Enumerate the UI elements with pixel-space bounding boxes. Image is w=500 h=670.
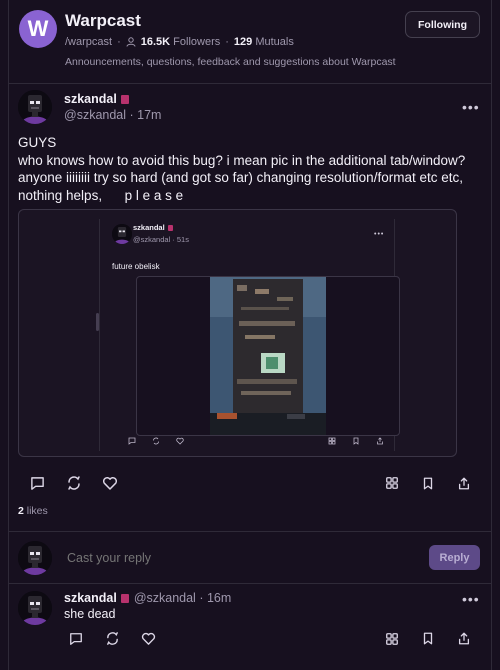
heart-icon[interactable] <box>130 631 166 646</box>
grid-icon[interactable] <box>374 632 410 646</box>
bookmark-icon[interactable] <box>344 437 368 445</box>
user-icon <box>126 37 136 47</box>
recast-icon[interactable] <box>56 475 92 491</box>
channel-handle: /warpcast <box>65 36 113 48</box>
share-icon[interactable] <box>446 476 482 491</box>
cast-time[interactable]: 17m <box>137 108 161 122</box>
quoted-cast[interactable]: szkandal @szkandal · 51s ••• future obel… <box>18 209 457 457</box>
author-name[interactable]: szkandal <box>64 92 117 106</box>
followers-label: Followers <box>173 36 221 48</box>
bookmark-icon[interactable] <box>410 631 446 646</box>
mutuals-label: Mutuals <box>255 36 294 48</box>
quoted-avatar[interactable] <box>112 224 132 244</box>
avatar-image <box>18 90 52 124</box>
recast-icon[interactable] <box>144 437 168 445</box>
more-options-icon[interactable]: ••• <box>462 591 480 607</box>
likes-label: likes <box>26 505 48 517</box>
quoted-more-icon[interactable]: ••• <box>374 231 384 238</box>
badge-icon <box>120 94 129 104</box>
cast-text: GUYS who knows how to avoid this bug? i … <box>18 135 466 203</box>
grid-icon[interactable] <box>320 437 344 445</box>
heart-icon[interactable] <box>92 475 128 491</box>
comment-icon[interactable] <box>120 437 144 445</box>
reply-cast[interactable]: szkandal @szkandal · 16m ••• she dead <box>8 584 492 670</box>
avatar[interactable] <box>18 90 52 124</box>
reply-button[interactable]: Reply <box>429 545 480 570</box>
comment-icon[interactable] <box>18 476 56 491</box>
more-options-icon[interactable]: ••• <box>462 99 480 115</box>
mutuals-count: 129 <box>233 36 253 48</box>
followers-link[interactable]: 16.5K Followers <box>141 36 221 48</box>
reply-actions <box>58 631 482 646</box>
grid-icon[interactable] <box>374 476 410 490</box>
reply-author-line: szkandal @szkandal · 16m <box>64 591 231 605</box>
bookmark-icon[interactable] <box>410 476 446 491</box>
quoted-time: 51s <box>176 235 189 244</box>
quoted-cast-inner: szkandal @szkandal · 51s ••• future obel… <box>99 219 400 451</box>
reply-handle[interactable]: @szkandal <box>134 591 196 605</box>
reply-composer: Reply <box>8 532 492 584</box>
main-cast[interactable]: szkandal @szkandal · 17m ••• GUYS who kn… <box>8 84 492 532</box>
reply-time[interactable]: 16m <box>207 591 231 605</box>
quoted-image[interactable] <box>136 276 400 436</box>
quoted-handle[interactable]: @szkandal <box>133 235 170 244</box>
channel-logo[interactable]: W <box>19 10 57 48</box>
author-handle[interactable]: @szkandal <box>64 108 126 122</box>
recast-icon[interactable] <box>94 631 130 646</box>
separator-dot: · <box>195 591 207 605</box>
following-button[interactable]: Following <box>405 11 480 38</box>
heart-icon[interactable] <box>168 437 192 445</box>
cast-actions <box>18 475 482 491</box>
reply-author-name[interactable]: szkandal <box>64 591 117 605</box>
quoted-author-name[interactable]: szkandal <box>133 223 165 232</box>
separator-dot: · <box>117 36 121 48</box>
reply-input[interactable] <box>67 548 407 568</box>
badge-icon <box>167 225 173 232</box>
quoted-actions <box>120 437 392 445</box>
separator-dot: · <box>225 36 229 48</box>
avatar-image <box>18 541 52 575</box>
channel-description: Announcements, questions, feedback and s… <box>65 56 396 68</box>
quoted-text: future obelisk <box>112 262 160 271</box>
channel-header: W Warpcast /warpcast · 16.5K Followers ·… <box>8 0 492 84</box>
likes-number: 2 <box>18 505 24 517</box>
mutuals-link[interactable]: 129 Mutuals <box>234 36 294 48</box>
likes-count[interactable]: 2 likes <box>18 505 48 517</box>
avatar[interactable] <box>18 591 52 625</box>
avatar-image <box>112 224 132 244</box>
followers-count: 16.5K <box>140 36 171 48</box>
share-icon[interactable] <box>368 437 392 445</box>
cast-handle-line: @szkandal · 17m <box>64 108 162 122</box>
avatar <box>18 541 52 575</box>
share-icon[interactable] <box>446 631 482 646</box>
badge-icon <box>120 594 129 604</box>
comment-icon[interactable] <box>58 632 94 646</box>
avatar-image <box>18 591 52 625</box>
channel-meta: /warpcast · 16.5K Followers · 129 Mutual… <box>65 36 294 48</box>
cast-author-line: szkandal <box>64 90 129 106</box>
obelisk-image <box>210 277 326 435</box>
channel-name[interactable]: Warpcast <box>65 11 141 31</box>
reply-text: she dead <box>64 607 116 621</box>
quoted-author-line: szkandal @szkandal · 51s <box>133 223 189 244</box>
